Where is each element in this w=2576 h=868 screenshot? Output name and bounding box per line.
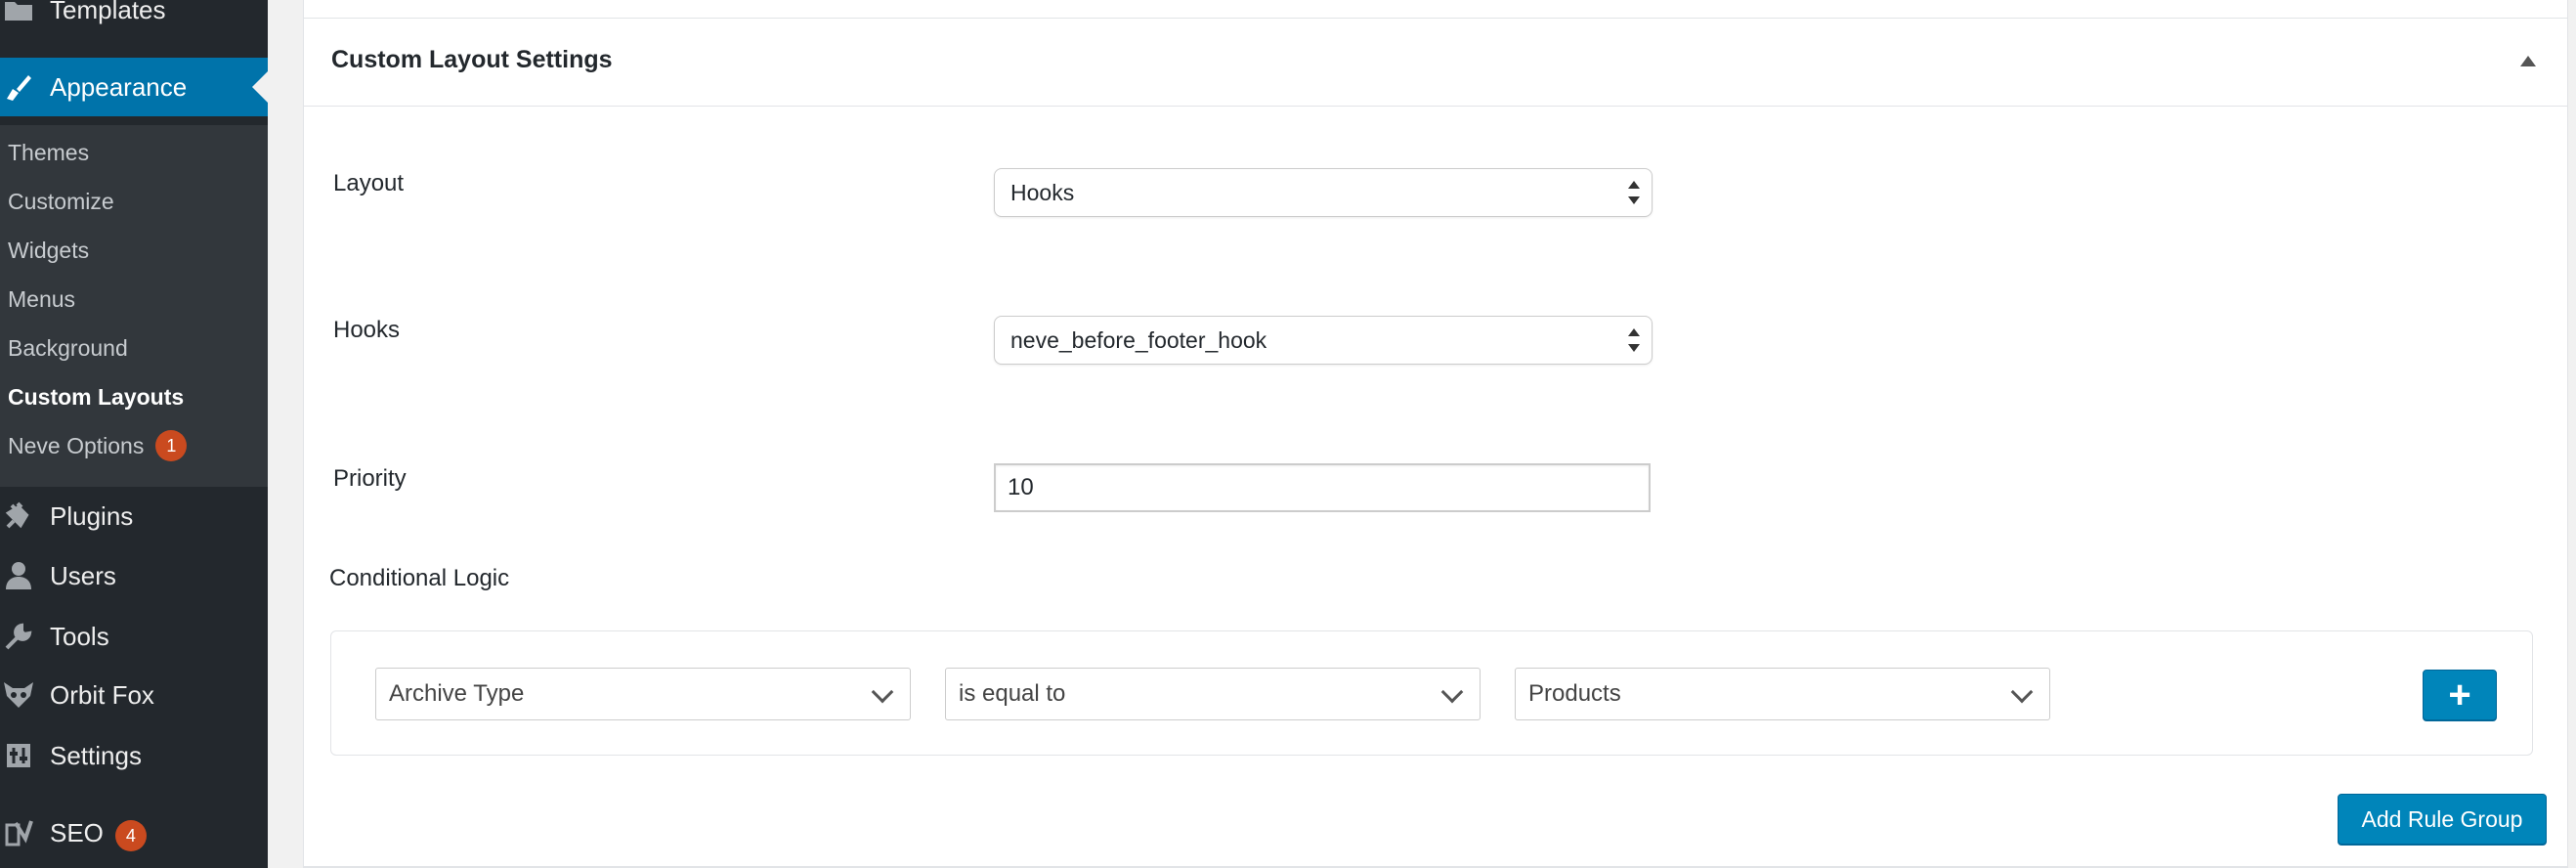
sidebar-item-label: Orbit Fox [50, 679, 154, 710]
collapse-arrow-icon[interactable] [2520, 56, 2536, 66]
sidebar-item-label: Templates [50, 0, 166, 24]
appearance-submenu: Themes Customize Widgets Menus Backgroun… [0, 125, 268, 487]
user-icon [2, 559, 35, 592]
paintbrush-icon [2, 70, 35, 104]
sidebar-item-orbit-fox[interactable]: Orbit Fox [0, 668, 268, 722]
submenu-item-customize[interactable]: Customize [8, 182, 114, 221]
rule-group: Archive Type is equal to Products + [330, 630, 2533, 756]
rule-field-select[interactable]: Archive Type [375, 668, 911, 720]
submenu-item-background[interactable]: Background [8, 328, 128, 368]
layout-label: Layout [333, 170, 405, 196]
sidebar-item-label: Tools [50, 621, 109, 651]
chevron-down-icon [871, 680, 894, 704]
admin-sidebar: Templates Appearance Themes Customize Wi… [0, 0, 268, 868]
submenu-item-themes[interactable]: Themes [8, 133, 89, 172]
chevron-down-icon [1440, 680, 1464, 704]
sidebar-item-seo[interactable]: SEO 4 [0, 807, 268, 862]
custom-layout-settings-panel: Custom Layout Settings Layout Hooks Hook… [303, 0, 2568, 868]
layout-select-value: Hooks [1010, 179, 1075, 205]
add-rule-button[interactable]: + [2423, 670, 2497, 720]
conditional-logic-label: Conditional Logic [329, 565, 510, 591]
submenu-label: Customize [8, 188, 114, 214]
active-indicator [252, 71, 268, 103]
sidebar-item-settings[interactable]: Settings [0, 728, 268, 783]
wrench-icon [2, 620, 35, 653]
rule-value-select[interactable]: Products [1515, 668, 2050, 720]
sidebar-item-appearance[interactable]: Appearance [0, 58, 268, 116]
seo-label: SEO [50, 817, 104, 847]
fox-icon [2, 678, 35, 712]
add-rule-group-button[interactable]: Add Rule Group [2338, 794, 2547, 845]
plug-icon [2, 499, 35, 533]
submenu-item-menus[interactable]: Menus [8, 280, 75, 319]
layout-select[interactable]: Hooks [994, 168, 1653, 217]
notification-badge: 4 [114, 820, 147, 852]
update-count-badge: 1 [155, 430, 188, 461]
submenu-label: Menus [8, 285, 76, 312]
select-updown-icon [1628, 181, 1642, 204]
sidebar-item-label: Appearance [50, 71, 188, 102]
sidebar-item-label: Plugins [50, 500, 134, 531]
chevron-down-icon [2010, 680, 2034, 704]
yoast-icon [2, 818, 35, 851]
submenu-label: Neve Options [8, 432, 145, 458]
priority-label: Priority [333, 465, 407, 492]
submenu-item-custom-layouts[interactable]: Custom Layouts [8, 377, 184, 416]
sidebar-item-templates[interactable]: Templates [0, 0, 268, 37]
hooks-select[interactable]: neve_before_footer_hook [994, 316, 1653, 365]
submenu-item-neve-options[interactable]: Neve Options 1 [8, 426, 188, 465]
hooks-label: Hooks [333, 317, 401, 343]
submenu-label: Background [8, 334, 128, 361]
settings-icon [2, 739, 35, 772]
sidebar-item-label: Users [50, 560, 116, 590]
submenu-label: Custom Layouts [8, 383, 185, 410]
submenu-item-widgets[interactable]: Widgets [8, 231, 89, 270]
panel-title: Custom Layout Settings [331, 46, 613, 73]
rule-value-value: Products [1528, 680, 1621, 707]
sidebar-item-plugins[interactable]: Plugins [0, 489, 268, 543]
folder-icon [2, 0, 35, 26]
rule-operator-value: is equal to [959, 680, 1066, 707]
rule-field-value: Archive Type [389, 680, 525, 707]
submenu-label: Themes [8, 139, 90, 165]
sidebar-item-label: Settings [50, 740, 142, 770]
sidebar-item-tools[interactable]: Tools [0, 609, 268, 664]
rule-operator-select[interactable]: is equal to [945, 668, 1481, 720]
sidebar-item-users[interactable]: Users [0, 548, 268, 603]
hooks-select-value: neve_before_footer_hook [1010, 326, 1267, 353]
priority-input[interactable] [994, 463, 1651, 512]
submenu-label: Widgets [8, 237, 90, 263]
sidebar-item-label: SEO 4 [50, 818, 147, 852]
select-updown-icon [1628, 328, 1642, 352]
panel-header[interactable]: Custom Layout Settings [304, 19, 2567, 107]
